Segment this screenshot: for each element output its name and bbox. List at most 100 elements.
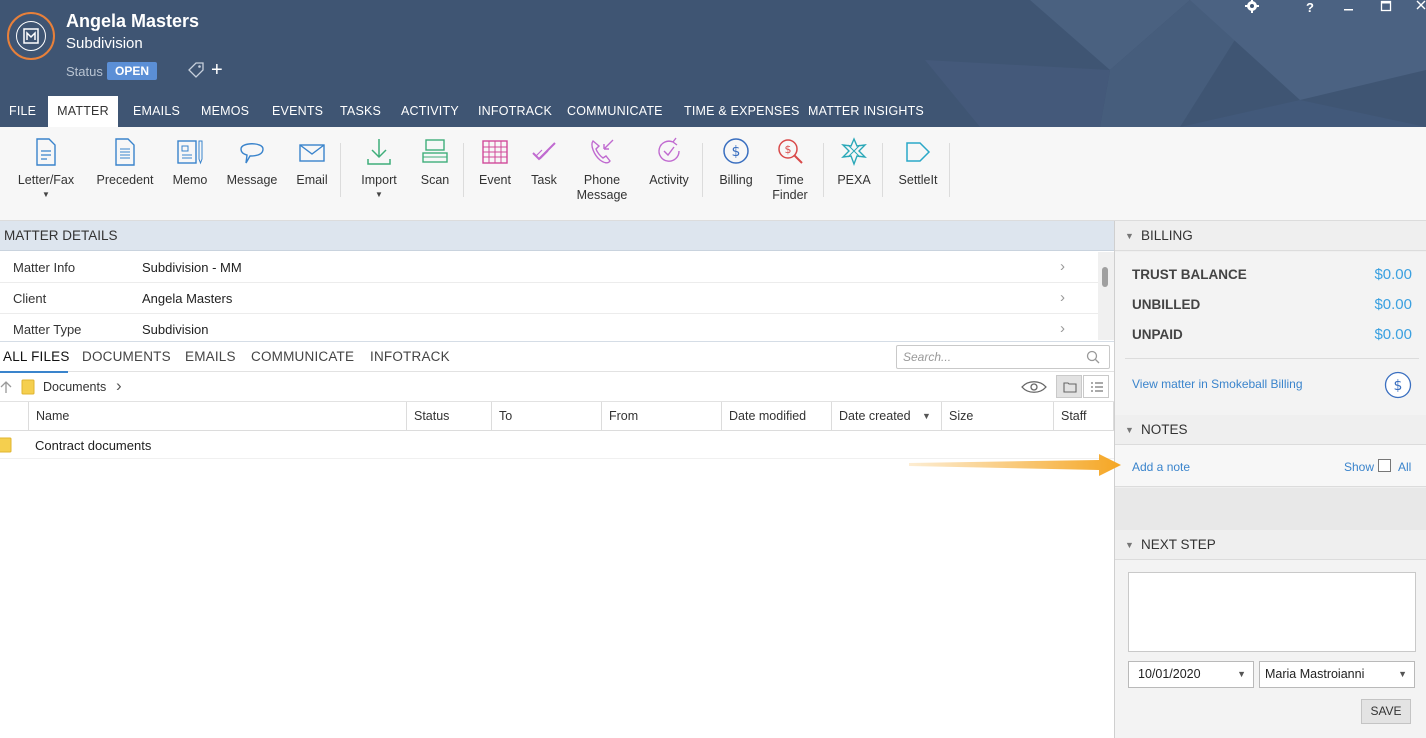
dropdown-arrow-icon: ▼ [1237, 669, 1246, 679]
tab-events[interactable]: EVENTS [272, 96, 323, 127]
show-all-label: Show [1344, 460, 1375, 474]
tab-memos[interactable]: MEMOS [201, 96, 249, 127]
collapse-triangle-icon: ▼ [1125, 540, 1134, 550]
matter-info-row[interactable]: Matter Info Subdivision - MM › [0, 252, 1098, 283]
tab-activity[interactable]: ACTIVITY [401, 96, 459, 127]
next-step-staff-select[interactable]: Maria Mastroianni ▼ [1259, 661, 1415, 688]
billing-section-header[interactable]: ▼ BILLING [1115, 221, 1426, 251]
list-view-button[interactable] [1083, 375, 1109, 398]
letter-fax-button[interactable]: Letter/Fax ▼ [18, 137, 74, 199]
phone-message-button[interactable]: Phone Message [574, 137, 630, 203]
ribbon-divider [702, 143, 703, 197]
email-button[interactable]: Email [293, 137, 331, 188]
matter-logo-icon[interactable] [7, 12, 55, 60]
pexa-button[interactable]: PEXA [836, 137, 872, 188]
dollar-circle-icon[interactable]: $ [1384, 371, 1412, 399]
up-arrow-icon[interactable] [0, 380, 12, 394]
folder-view-button[interactable] [1056, 375, 1082, 398]
folder-icon [21, 379, 35, 395]
close-icon[interactable] [1416, 0, 1426, 14]
tab-all-files[interactable]: ALL FILES [3, 349, 70, 364]
tab-communicate[interactable]: COMMUNICATE [567, 96, 663, 127]
settleit-arrow-icon [906, 142, 931, 162]
chevron-right-icon[interactable]: › [116, 376, 122, 396]
save-button[interactable]: SAVE [1361, 699, 1411, 724]
maximize-icon[interactable] [1380, 0, 1392, 14]
search-icon[interactable] [1086, 350, 1100, 364]
column-to[interactable]: To [491, 402, 601, 431]
next-step-section-header[interactable]: ▼ NEXT STEP [1115, 530, 1426, 560]
trust-balance-value: $0.00 [1374, 266, 1412, 283]
task-button[interactable]: Task [528, 137, 560, 188]
precedent-button[interactable]: Precedent [96, 137, 154, 188]
matter-details-scrollbar[interactable] [1098, 252, 1114, 340]
next-step-textarea[interactable] [1128, 572, 1416, 652]
matter-details-header[interactable]: MATTER DETAILS [0, 221, 1114, 251]
ribbon-divider [949, 143, 950, 197]
activity-button[interactable]: Activity [648, 137, 690, 188]
billing-button[interactable]: $ Billing [716, 137, 756, 188]
chevron-right-icon: › [1060, 289, 1065, 306]
client-name: Angela Masters [66, 11, 200, 31]
memo-icon [177, 140, 203, 165]
view-in-billing-link[interactable]: View matter in Smokeball Billing [1132, 377, 1303, 391]
divider [1125, 358, 1419, 359]
tab-documents[interactable]: DOCUMENTS [82, 349, 171, 364]
unbilled-value: $0.00 [1374, 296, 1412, 313]
tag-icon[interactable] [186, 61, 206, 79]
notes-spacer [1115, 488, 1426, 530]
breadcrumb-documents[interactable]: Documents [43, 380, 106, 394]
show-all-checkbox[interactable] [1378, 459, 1391, 472]
import-button[interactable]: Import ▼ [358, 137, 400, 199]
folder-outline-icon [1063, 382, 1077, 393]
ribbon-divider [882, 143, 883, 197]
column-size[interactable]: Size [941, 402, 1053, 431]
message-button[interactable]: Message [227, 137, 277, 188]
tab-file[interactable]: FILE [9, 96, 36, 127]
breadcrumb: Documents › [0, 372, 1114, 402]
column-name[interactable]: Name [28, 402, 406, 431]
next-step-date-select[interactable]: 10/01/2020 ▼ [1128, 661, 1254, 688]
help-icon[interactable]: ? [1306, 0, 1314, 15]
column-date-modified[interactable]: Date modified [721, 402, 831, 431]
column-from[interactable]: From [601, 402, 721, 431]
tab-time-expenses[interactable]: TIME & EXPENSES [684, 96, 800, 127]
client-row[interactable]: Client Angela Masters › [0, 283, 1098, 314]
chevron-right-icon: › [1060, 320, 1065, 337]
event-button[interactable]: Event [476, 137, 514, 188]
column-status[interactable]: Status [406, 402, 491, 431]
ribbon-toolbar: Letter/Fax ▼ Precedent Memo Message Emai… [0, 127, 1426, 221]
ribbon-divider [823, 143, 824, 197]
matter-type-row[interactable]: Matter Type Subdivision › [0, 314, 1098, 340]
settleit-button[interactable]: SettleIt [897, 137, 939, 188]
app-header: Angela Masters Subdivision Status OPEN +… [0, 0, 1426, 127]
tab-files-emails[interactable]: EMAILS [185, 349, 236, 364]
add-tag-icon[interactable]: + [211, 60, 223, 80]
tab-infotrack[interactable]: INFOTRACK [478, 96, 552, 127]
tab-tasks[interactable]: TASKS [340, 96, 381, 127]
scrollbar-thumb[interactable] [1102, 267, 1108, 287]
trust-balance-label: TRUST BALANCE [1132, 267, 1247, 282]
scan-button[interactable]: Scan [418, 137, 452, 188]
gear-icon[interactable] [1244, 0, 1260, 14]
eye-icon[interactable] [1020, 380, 1048, 394]
phone-icon [591, 139, 614, 164]
tab-matter-insights[interactable]: MATTER INSIGHTS [808, 96, 924, 127]
minimize-icon[interactable] [1343, 0, 1355, 14]
memo-button[interactable]: Memo [171, 137, 209, 188]
collapse-triangle-icon: ▼ [1125, 425, 1134, 435]
precedent-icon [115, 138, 135, 166]
svg-text:$: $ [1394, 378, 1403, 394]
time-finder-button[interactable]: $ Time Finder [769, 137, 811, 203]
tab-files-communicate[interactable]: COMMUNICATE [251, 349, 354, 364]
status-badge[interactable]: OPEN [107, 62, 158, 80]
notes-section-header[interactable]: ▼ NOTES [1115, 415, 1426, 445]
tab-matter[interactable]: MATTER [48, 96, 118, 127]
tab-emails[interactable]: EMAILS [133, 96, 180, 127]
column-staff[interactable]: Staff [1053, 402, 1114, 431]
search-input[interactable]: Search... [896, 345, 1110, 369]
status-label: Status [66, 64, 103, 79]
sort-desc-icon[interactable]: ▼ [922, 411, 931, 421]
add-note-link[interactable]: Add a note [1132, 460, 1190, 474]
tab-files-infotrack[interactable]: INFOTRACK [370, 349, 450, 364]
